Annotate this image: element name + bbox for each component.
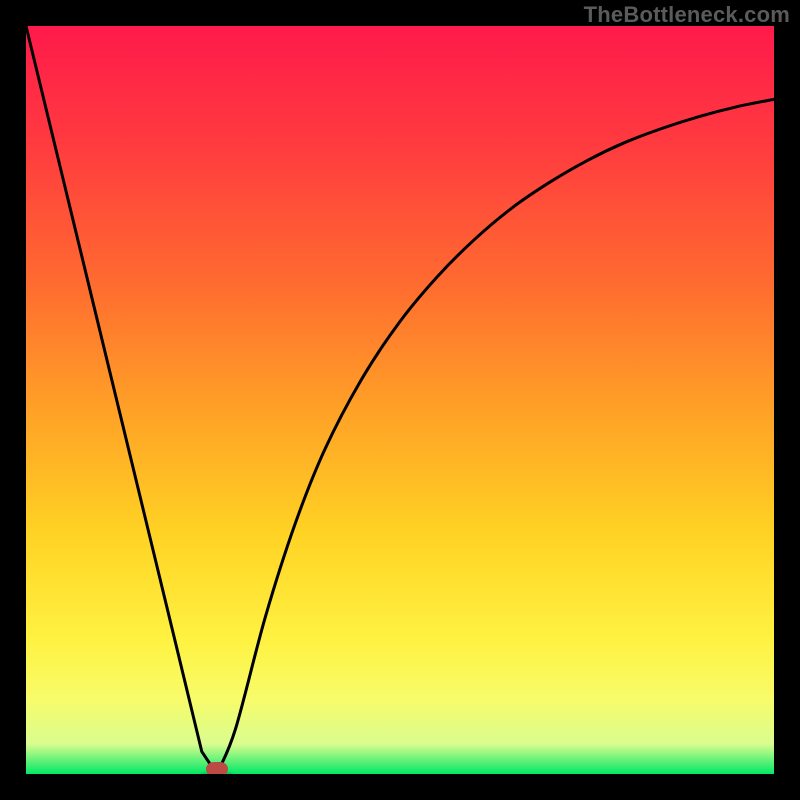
optimum-marker xyxy=(206,762,228,774)
watermark-text: TheBottleneck.com xyxy=(584,2,790,28)
plot-area xyxy=(26,26,774,774)
chart-frame: TheBottleneck.com xyxy=(0,0,800,800)
bottleneck-curve xyxy=(26,26,774,774)
